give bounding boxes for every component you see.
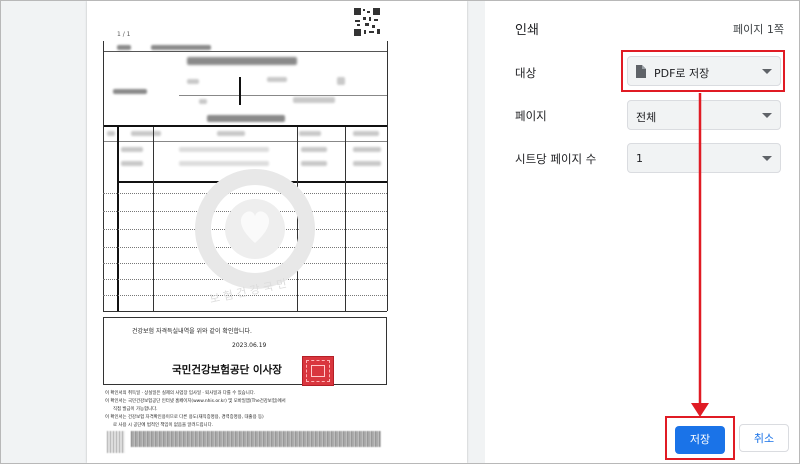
section-title-redacted (207, 115, 285, 122)
highlight-destination (621, 50, 785, 92)
chevron-down-icon (762, 156, 772, 161)
redacted-text (199, 99, 207, 104)
redacted-text (151, 45, 211, 50)
redacted-text (353, 161, 381, 166)
confirmation-box: 건강보험 자격득실내역을 위와 같이 확인합니다. 2023.06.19 국민건… (103, 317, 387, 386)
footnote: 이 확인서는 건강보험 자격확인용이므로 다른 용도(재직증명용, 경력증명용,… (105, 415, 264, 420)
divider (103, 51, 387, 52)
qr-code-icon (353, 7, 381, 37)
issuer-name: 국민건강보험공단 이사장 (172, 364, 282, 376)
footnote: 직접 발급이 가능합니다. (113, 407, 158, 412)
table-line (103, 41, 104, 311)
divider (239, 77, 241, 105)
redacted-text (131, 131, 161, 136)
footnote: 로 사용 시 공단에 법적인 책임이 없음을 알려드립니다. (113, 423, 214, 428)
pages-per-sheet-label: 시트당 페이지 수 (515, 152, 597, 166)
cancel-button[interactable]: 취소 (739, 424, 789, 452)
chevron-down-icon (762, 113, 772, 118)
redacted-text (121, 161, 143, 166)
highlight-save (665, 416, 735, 460)
redacted-text (117, 45, 131, 50)
redacted-text (353, 147, 381, 152)
redacted-text (121, 147, 143, 152)
document-title-redacted (187, 57, 297, 65)
barcode (107, 431, 125, 453)
arrow-icon (691, 93, 709, 417)
preview-page: 1 / 1 보 험 건 강 국 민 건강보험 자격득실내역을 위와 같이 확인합… (87, 1, 467, 463)
print-settings-panel: 인쇄 페이지 1쪽 대상 PDF로 저장 페이지 전체 시트당 페이지 수 1 … (485, 1, 799, 463)
table-line (117, 127, 119, 311)
redacted-text (353, 131, 379, 136)
redacted-text (217, 131, 245, 136)
redacted-text (113, 89, 147, 94)
pages-value: 전체 (636, 111, 657, 124)
redacted-text (293, 97, 335, 103)
divider (179, 95, 387, 96)
redacted-text (267, 77, 287, 82)
print-dialog: 1 / 1 보 험 건 강 국 민 건강보험 자격득실내역을 위와 같이 확인합… (0, 0, 800, 464)
divider (103, 311, 387, 312)
redacted-text (337, 77, 345, 85)
issue-date: 2023.06.19 (232, 342, 267, 349)
barcode (131, 431, 381, 447)
footnote: 이 확인서는 국민건강보험공단 인터넷 홈페이지(www.nhis.or.kr)… (105, 399, 286, 404)
redacted-text (301, 147, 327, 152)
confirmation-notice: 건강보험 자격득실내역을 위와 같이 확인합니다. (132, 328, 252, 335)
watermark-logo-icon (195, 169, 315, 289)
redacted-text (187, 79, 199, 84)
table-line (153, 127, 154, 311)
table-line (345, 127, 346, 311)
pages-label: 페이지 (515, 109, 547, 123)
dialog-title: 인쇄 (515, 23, 539, 38)
official-seal-icon (302, 356, 334, 386)
footnote: 이 확인서의 취득일 · 상실일은 실제의 사업장 입사일 · 퇴사일과 다를 … (105, 391, 256, 396)
print-preview[interactable]: 1 / 1 보 험 건 강 국 민 건강보험 자격득실내역을 위와 같이 확인합… (1, 1, 485, 463)
redacted-text (299, 131, 321, 136)
redacted-text (107, 131, 115, 136)
page-count: 페이지 1쪽 (733, 23, 784, 36)
page-indicator: 1 / 1 (117, 31, 131, 38)
pages-per-sheet-value: 1 (636, 152, 643, 165)
table-line (387, 41, 388, 311)
redacted-text (179, 147, 269, 152)
destination-label: 대상 (515, 66, 537, 80)
